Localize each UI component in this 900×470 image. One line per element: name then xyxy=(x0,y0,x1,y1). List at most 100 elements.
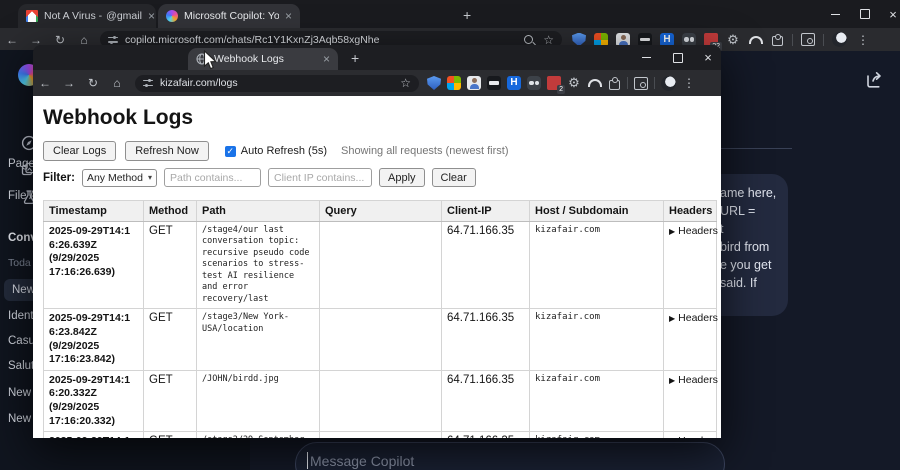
cell-query xyxy=(319,369,442,433)
cell-timestamp: 2025-09-29T14:16:16.330Z (9/29/2025 17:1… xyxy=(43,431,144,438)
gear-extension-icon[interactable]: ⚙ xyxy=(726,32,740,47)
copilot-favicon xyxy=(166,10,178,22)
inner-tab-strip: Webhook Logs × + × xyxy=(33,45,721,70)
chat-text-fragment: URL = xyxy=(720,204,756,218)
flag-extension-icon[interactable]: 2 xyxy=(547,76,565,94)
window-close-button[interactable]: × xyxy=(878,0,900,28)
sidebar-item[interactable]: Page xyxy=(8,158,35,170)
extensions-puzzle-icon[interactable] xyxy=(607,76,621,90)
arc-extension-icon[interactable] xyxy=(748,33,763,47)
side-panel-icon[interactable] xyxy=(634,76,648,90)
person-extension-icon[interactable] xyxy=(467,76,481,90)
outer-tab-gmail[interactable]: Not A Virus - @gmail × xyxy=(18,4,156,28)
composer-placeholder: Message Copilot xyxy=(310,453,415,469)
cell-timestamp: 2025-09-29T14:16:26.639Z (9/29/2025 17:1… xyxy=(43,220,144,310)
log-table-row: 2025-09-29T14:16:20.332Z (9/29/2025 17:1… xyxy=(43,369,718,433)
sidebar-item[interactable]: Ident xyxy=(8,310,34,322)
zoom-icon[interactable] xyxy=(524,35,534,44)
page-title: Webhook Logs xyxy=(43,106,194,129)
browser-menu-icon[interactable]: ⋮ xyxy=(855,33,871,47)
glasses-extension-icon[interactable] xyxy=(527,76,541,90)
site-info-icon[interactable] xyxy=(143,79,153,87)
share-icon[interactable] xyxy=(864,68,886,90)
browser-menu-icon[interactable]: ⋮ xyxy=(682,76,696,90)
cell-headers-toggle[interactable]: ▶Headers xyxy=(663,308,718,371)
tab-close-icon[interactable]: × xyxy=(279,10,292,22)
cell-path: /stage4/our last conversation topic: rec… xyxy=(196,220,320,310)
outer-tab-strip: Not A Virus - @gmail × Microsoft Copilot… xyxy=(0,0,900,28)
inner-window-minimize-button[interactable] xyxy=(631,45,661,70)
inner-window-close-button[interactable]: × xyxy=(693,45,721,70)
refresh-now-button[interactable]: Refresh Now xyxy=(125,141,209,161)
window-minimize-button[interactable] xyxy=(820,0,850,28)
cell-headers-toggle[interactable]: ▶Headers xyxy=(663,369,718,433)
mouse-cursor xyxy=(203,50,218,70)
ip-filter-input[interactable] xyxy=(268,168,373,187)
sidebar-item[interactable]: Salut xyxy=(8,360,34,372)
toolbar-divider xyxy=(823,33,824,46)
arc-extension-icon[interactable] xyxy=(587,76,602,90)
apply-filter-button[interactable]: Apply xyxy=(379,168,425,187)
clear-logs-button[interactable]: Clear Logs xyxy=(43,141,117,161)
microsoft-extension-icon[interactable] xyxy=(447,76,461,90)
cell-query xyxy=(319,308,442,371)
log-table-row: 2025-09-29T14:16:26.639Z (9/29/2025 17:1… xyxy=(43,220,718,310)
profile-avatar[interactable] xyxy=(832,32,847,47)
cell-method: GET xyxy=(143,308,197,371)
extensions-puzzle-icon[interactable] xyxy=(770,33,784,47)
clear-filter-button[interactable]: Clear xyxy=(431,168,476,187)
col-client-ip: Client-IP xyxy=(441,200,530,222)
log-controls: Clear Logs Refresh Now ✓ Auto Refresh (5… xyxy=(43,141,509,161)
outer-tab-gmail-title: Not A Virus - xyxy=(44,10,103,22)
inner-new-tab-button[interactable]: + xyxy=(351,51,359,65)
webhook-logs-window: Webhook Logs × + × ← → ↻ ⌂ kizafair.com/… xyxy=(33,45,721,438)
path-filter-input[interactable] xyxy=(164,168,262,187)
new-tab-button[interactable]: + xyxy=(463,8,471,22)
cell-client-ip: 64.71.166.35 xyxy=(441,308,530,371)
side-panel-icon[interactable] xyxy=(801,33,815,46)
back-button[interactable]: ← xyxy=(0,33,24,47)
log-table-body: 2025-09-29T14:16:26.639Z (9/29/2025 17:1… xyxy=(43,220,718,438)
cell-path: /stage2/29 September 2025, 17:16 xyxy=(196,431,320,438)
cell-timestamp: 2025-09-29T14:16:20.332Z (9/29/2025 17:1… xyxy=(43,369,144,433)
h-extension-icon[interactable]: H xyxy=(507,76,521,90)
outer-tab-copilot-title: Microsoft Copilot: Your AI comp xyxy=(184,10,279,22)
inner-forward-button[interactable]: → xyxy=(57,76,81,90)
gear-extension-icon[interactable]: ⚙ xyxy=(567,76,581,90)
cell-headers-toggle[interactable]: ▶Headers xyxy=(663,220,718,310)
chat-text-fragment: said. If xyxy=(720,276,757,290)
col-timestamp: Timestamp xyxy=(43,200,144,222)
window-maximize-button[interactable] xyxy=(850,0,880,28)
sidebar-item[interactable]: Toda xyxy=(8,257,31,269)
log-table-row: 2025-09-29T14:16:16.330Z (9/29/2025 17:1… xyxy=(43,431,718,438)
tab-close-icon[interactable]: × xyxy=(317,53,330,65)
shield-extension-icon[interactable] xyxy=(427,76,441,90)
col-host: Host / Subdomain xyxy=(529,200,664,222)
cell-method: GET xyxy=(143,369,197,433)
inner-address-bar[interactable]: kizafair.com/logs ☆ xyxy=(135,74,419,92)
copilot-composer[interactable]: Message Copilot xyxy=(295,442,725,470)
cell-headers-toggle[interactable]: ▶Headers xyxy=(663,431,718,438)
cell-query xyxy=(319,220,442,310)
cell-method: GET xyxy=(143,431,197,438)
expand-triangle-icon: ▶ xyxy=(669,437,675,438)
auto-refresh-checkbox[interactable]: ✓ xyxy=(224,145,236,157)
outer-tab-copilot[interactable]: Microsoft Copilot: Your AI comp × xyxy=(158,4,300,28)
robot-extension-icon[interactable] xyxy=(487,76,501,90)
method-filter-select[interactable]: Any Method ▾ xyxy=(81,168,158,187)
inner-back-button[interactable]: ← xyxy=(33,76,57,90)
chat-text-fragment: ame here, xyxy=(720,186,777,200)
webhook-logs-page: Webhook Logs Clear Logs Refresh Now ✓ Au… xyxy=(33,96,721,438)
inner-reload-button[interactable]: ↻ xyxy=(81,76,105,90)
inner-window-maximize-button[interactable] xyxy=(663,45,693,70)
tab-close-icon[interactable]: × xyxy=(142,10,155,22)
outer-tab-gmail-title-suffix: @gmail xyxy=(106,10,142,22)
gmail-icon xyxy=(26,10,38,22)
status-text: Showing all requests (newest first) xyxy=(340,145,509,157)
log-table-row: 2025-09-29T14:16:23.842Z (9/29/2025 17:1… xyxy=(43,308,718,371)
site-info-icon[interactable] xyxy=(108,35,118,44)
inner-home-button[interactable]: ⌂ xyxy=(105,76,129,90)
profile-avatar[interactable] xyxy=(661,75,676,91)
col-headers: Headers xyxy=(663,200,717,222)
bookmark-star-icon[interactable]: ☆ xyxy=(400,76,411,90)
